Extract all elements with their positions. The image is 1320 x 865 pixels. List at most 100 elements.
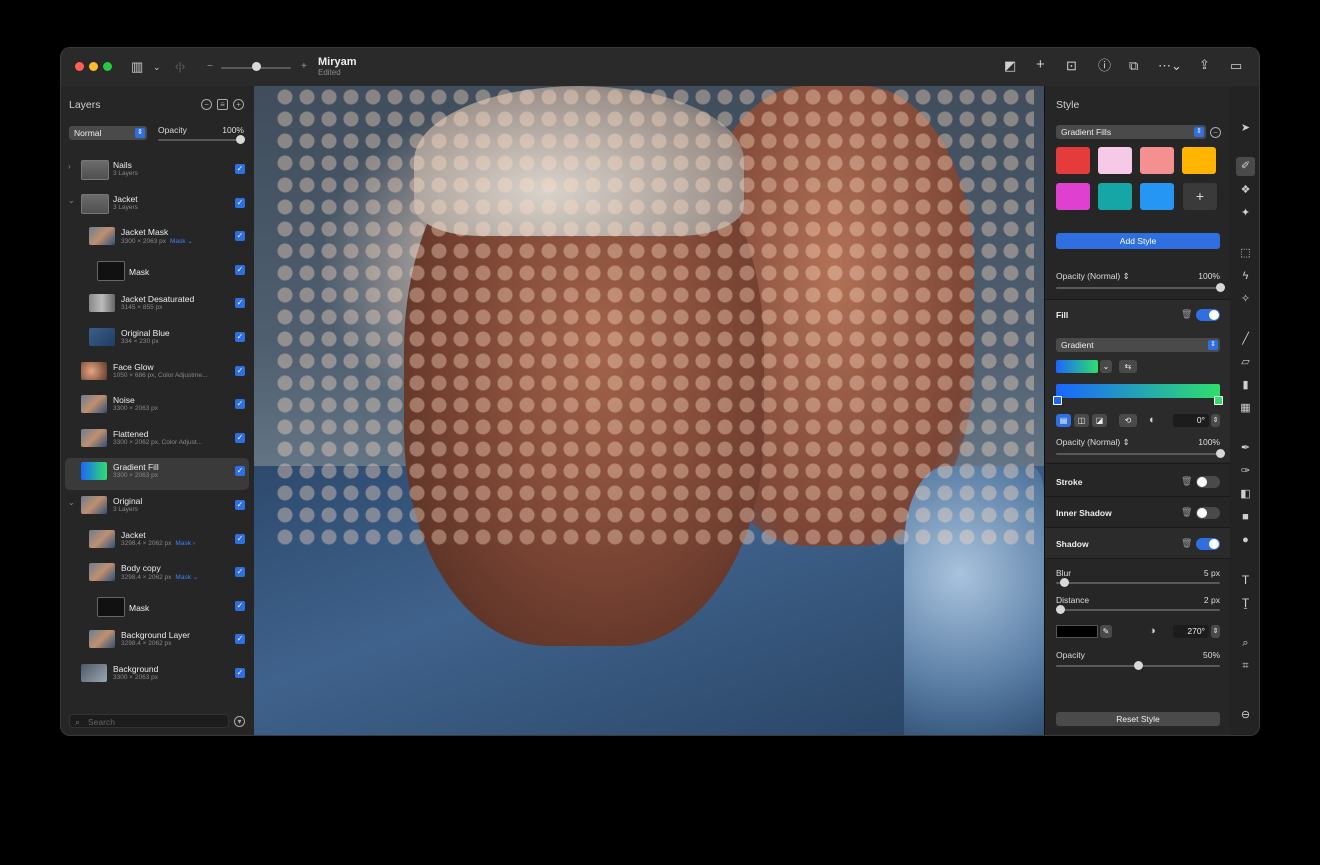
layer-visibility-checkbox[interactable]: ✓ — [235, 197, 245, 208]
style-opacity-track[interactable] — [1056, 287, 1220, 289]
layer-visibility-checkbox[interactable]: ✓ — [235, 500, 245, 510]
zoom-out-icon[interactable]: − — [207, 60, 213, 74]
add-style-button[interactable]: Add Style — [1056, 233, 1220, 249]
layer-row[interactable]: Jacket Mask 3300 × 2063 px Mask ⌄ ✓ — [65, 223, 249, 255]
fill-type-select[interactable]: Gradient ⇕ — [1056, 338, 1220, 352]
layer-row[interactable]: Background Layer 3298.4 × 2062 px ✓ — [65, 626, 249, 658]
text-tool-icon[interactable]: T — [1238, 573, 1253, 588]
shadow-distance-track[interactable] — [1056, 609, 1220, 611]
crop-tool-icon[interactable]: ⌗ — [1238, 659, 1253, 674]
brush-tool-icon[interactable]: ╱ — [1238, 332, 1253, 347]
layer-visibility-checkbox[interactable]: ✓ — [235, 533, 245, 544]
eraser-tool-icon[interactable]: ▱ — [1238, 355, 1253, 370]
style-opacity-knob[interactable] — [1215, 283, 1225, 292]
shadow-angle-field[interactable]: 270° — [1173, 625, 1209, 638]
trash-icon[interactable]: 🗑 — [1181, 507, 1192, 518]
minimize-window-button[interactable] — [89, 62, 98, 71]
lasso-tool-icon[interactable]: ϟ — [1238, 269, 1253, 284]
color-adjust-tool-icon[interactable]: ❖ — [1238, 183, 1253, 198]
more-tools-icon[interactable]: ⊖ — [1238, 708, 1253, 723]
layer-visibility-checkbox[interactable]: ✓ — [235, 164, 245, 174]
more-options-icon[interactable]: ⋯⌄ — [1158, 59, 1182, 73]
shadow-opacity-knob[interactable] — [1133, 661, 1143, 670]
ellipse-tool-icon[interactable]: ● — [1238, 533, 1253, 548]
paint-bucket-tool-icon[interactable]: ▮ — [1238, 378, 1253, 393]
radial-gradient-icon[interactable]: ◫ — [1074, 414, 1089, 427]
layer-row[interactable]: ⌄ Original 3 Layers ✓ — [65, 492, 249, 524]
layer-row[interactable]: ⌄ Jacket 3 Layers ✓ — [65, 190, 249, 222]
shadow-blur-track[interactable] — [1056, 582, 1220, 584]
remove-layer-icon[interactable]: − — [201, 99, 212, 110]
fill-angle-stepper[interactable]: ⇕ — [1211, 414, 1220, 427]
shadow-angle-stepper[interactable]: ⇕ — [1211, 625, 1220, 638]
close-window-button[interactable] — [75, 62, 84, 71]
style-swatch[interactable] — [1056, 147, 1090, 174]
inner-shadow-toggle[interactable] — [1196, 507, 1220, 519]
shadow-toggle[interactable] — [1196, 538, 1220, 550]
angle-dial-icon[interactable]: ◑ — [1149, 624, 1156, 638]
blend-mode-select[interactable]: Normal ⇕ — [69, 126, 147, 140]
layer-visibility-checkbox[interactable]: ✓ — [235, 634, 245, 645]
shape-combine-tool-icon[interactable]: ◧ — [1238, 487, 1253, 502]
layer-row[interactable]: Body copy 3298.4 × 2062 px Mask ⌄ ✓ — [65, 559, 249, 591]
layer-visibility-checkbox[interactable]: ✓ — [235, 567, 245, 578]
color-swap-icon[interactable]: ◩ — [1004, 59, 1016, 73]
chevron-down-icon[interactable]: ⌄ — [153, 60, 161, 74]
style-swatch[interactable] — [1140, 183, 1174, 210]
chevron-down-icon[interactable]: ⌄ — [68, 498, 75, 507]
layer-row[interactable]: Flattened 3300 × 2062 px, Color Adjust...… — [65, 425, 249, 457]
gradient-reverse-icon[interactable]: ⇆ — [1119, 360, 1137, 373]
zoom-in-icon[interactable]: + — [301, 60, 307, 74]
layer-visibility-checkbox[interactable]: ✓ — [235, 298, 245, 309]
fill-angle-field[interactable]: 0° — [1173, 414, 1209, 427]
layer-row[interactable]: Gradient Fill 3300 × 2063 px ✓ — [65, 458, 249, 491]
sidebar-toggle-icon[interactable]: ▥ — [131, 60, 143, 74]
layer-opacity-track[interactable] — [158, 139, 240, 141]
layer-row[interactable]: Mask ✓ — [65, 257, 249, 289]
add-layer-icon[interactable]: + — [233, 99, 244, 110]
layer-opacity-knob[interactable] — [235, 135, 245, 144]
layer-visibility-checkbox[interactable]: ✓ — [235, 231, 245, 242]
trash-icon[interactable]: 🗑 — [1181, 476, 1192, 487]
style-swatch[interactable] — [1056, 183, 1090, 210]
trash-icon[interactable]: 🗑 — [1181, 309, 1192, 320]
pen-tool-icon[interactable]: ✒ — [1238, 441, 1253, 456]
layers-search-input[interactable]: ⌕ Search — [69, 714, 229, 728]
shadow-blur-knob[interactable] — [1059, 578, 1069, 587]
layer-row[interactable]: Mask ✓ — [65, 593, 249, 625]
shadow-color-well[interactable] — [1056, 625, 1098, 638]
layer-row[interactable]: Noise 3300 × 2063 px ✓ — [65, 391, 249, 423]
gradient-stop-left[interactable] — [1053, 396, 1062, 405]
layer-row[interactable]: Background 3300 × 2063 px ✓ — [65, 660, 249, 692]
selection-tool-icon[interactable]: ⬚ — [1238, 246, 1253, 261]
effects-tool-icon[interactable]: ✦ — [1238, 206, 1253, 221]
style-swatch[interactable] — [1098, 147, 1132, 174]
layer-mask-tag[interactable]: Mask › — [175, 540, 195, 547]
vector-pen-tool-icon[interactable]: ✑ — [1238, 464, 1253, 479]
gradient-stop-right[interactable] — [1214, 396, 1223, 405]
style-preset-select[interactable]: Gradient Fills ⇕ — [1056, 125, 1206, 139]
magic-wand-tool-icon[interactable]: ✧ — [1238, 292, 1253, 307]
layer-row[interactable]: Face Glow 1050 × 686 px, Color Adjustme..… — [65, 358, 249, 390]
repeat-gradient-icon[interactable]: ⟲ — [1119, 414, 1137, 427]
image-canvas[interactable] — [254, 86, 1044, 735]
zoom-slider-knob[interactable] — [252, 62, 261, 71]
style-swatch[interactable] — [1140, 147, 1174, 174]
style-swatch[interactable] — [1098, 183, 1132, 210]
add-swatch-button[interactable]: + — [1183, 183, 1217, 210]
right-sidebar-icon[interactable]: ▭ — [1230, 59, 1242, 73]
remove-style-icon[interactable]: − — [1210, 127, 1221, 138]
layer-mask-tag[interactable]: Mask ⌄ — [175, 574, 198, 581]
layer-visibility-checkbox[interactable]: ✓ — [235, 432, 245, 443]
chevron-down-icon[interactable]: ⌄ — [68, 196, 75, 205]
layer-visibility-checkbox[interactable]: ✓ — [235, 365, 245, 376]
layer-row[interactable]: Jacket Desaturated 3145 × 855 px ✓ — [65, 290, 249, 322]
layer-visibility-checkbox[interactable]: ✓ — [235, 399, 245, 410]
angular-gradient-icon[interactable]: ◪ — [1092, 414, 1107, 427]
shadow-distance-knob[interactable] — [1056, 605, 1066, 614]
portrait-icon[interactable]: ⊡ — [1066, 59, 1077, 73]
layer-stack-icon[interactable]: ≡ — [217, 99, 228, 110]
layer-visibility-checkbox[interactable]: ✓ — [235, 600, 245, 611]
layer-mask-tag[interactable]: Mask ⌄ — [170, 238, 193, 245]
layer-visibility-checkbox[interactable]: ✓ — [235, 466, 245, 477]
